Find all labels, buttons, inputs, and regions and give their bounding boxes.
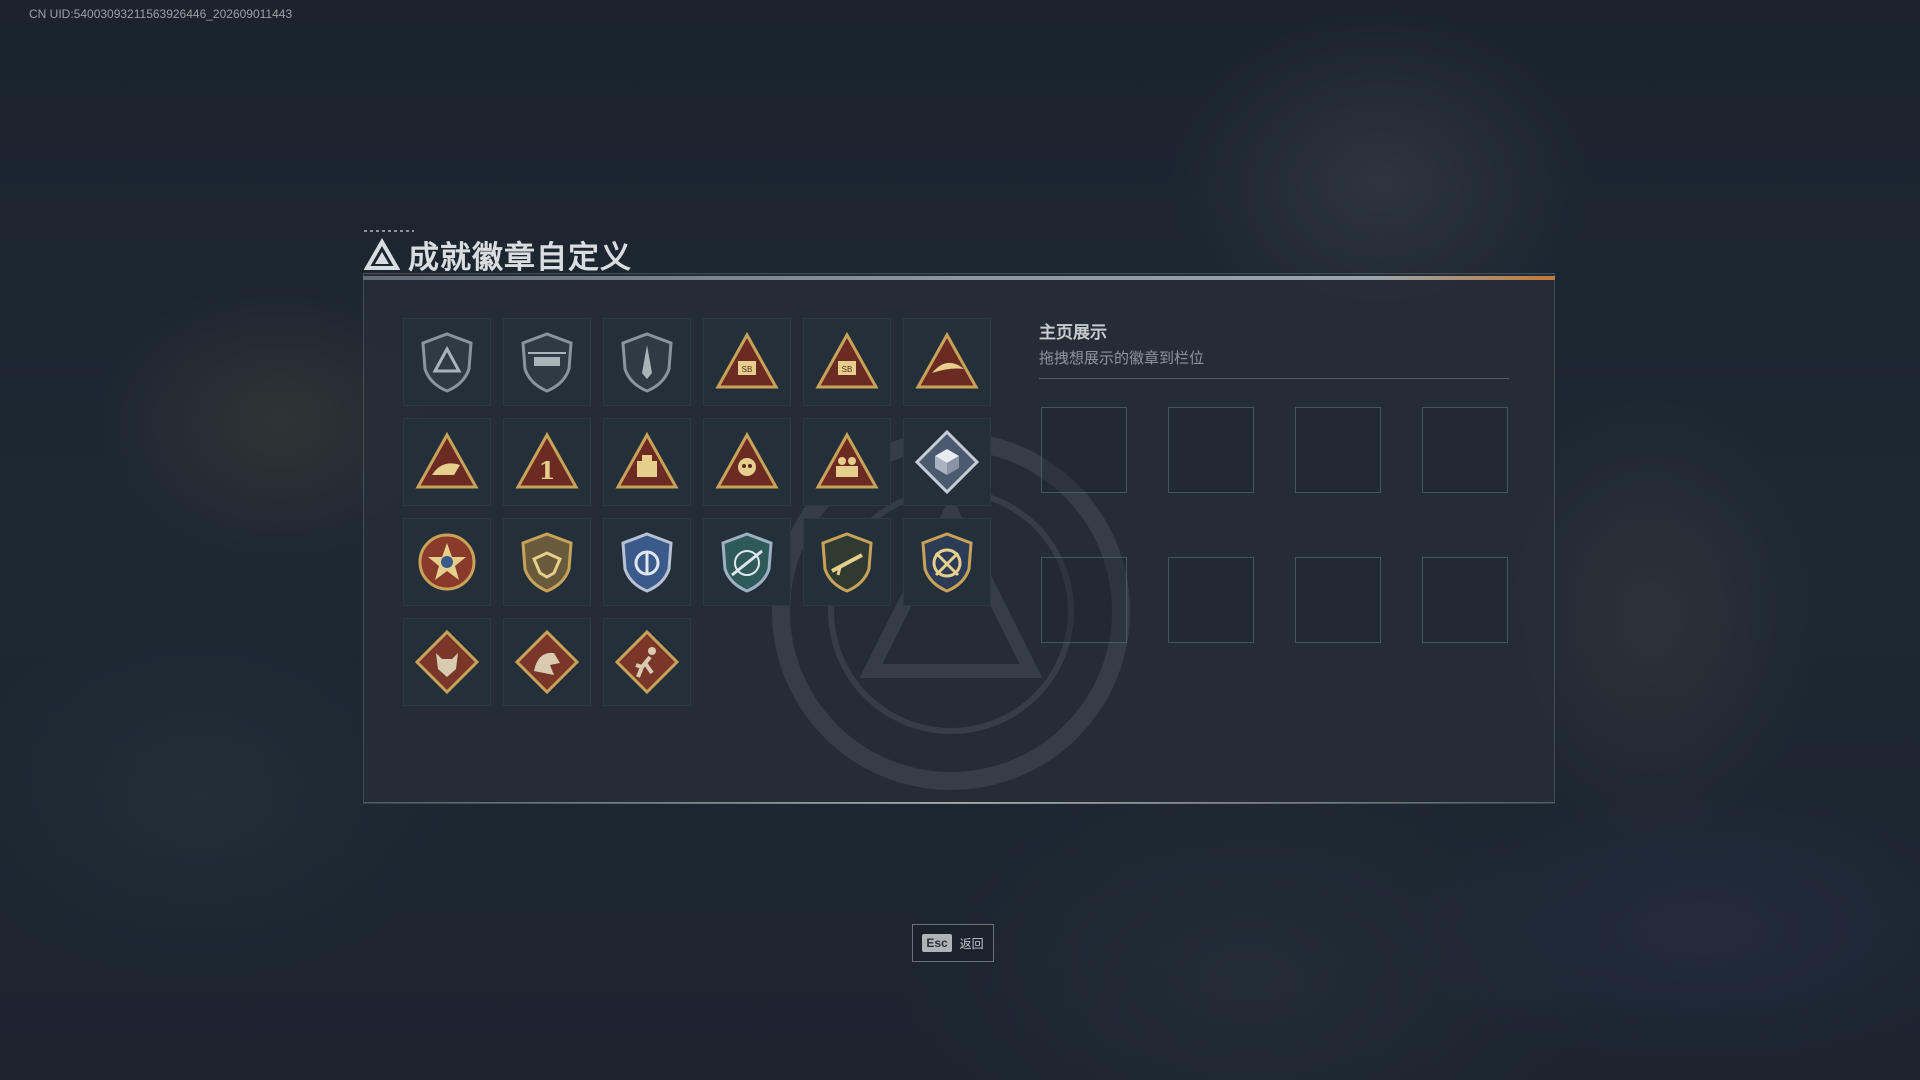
eagle-shield-icon — [521, 532, 573, 593]
badge-slot[interactable] — [903, 518, 991, 606]
svg-text:SB: SB — [842, 365, 853, 374]
badge-slot[interactable] — [803, 518, 891, 606]
badge-grid: SB SB 1 — [403, 318, 991, 706]
showcase-drop-slot[interactable] — [1168, 557, 1254, 643]
svg-text:1: 1 — [539, 456, 556, 485]
triangle-shield-icon — [421, 332, 473, 393]
page-title: 成就徽章自定义 — [408, 240, 632, 276]
bird-triangle-icon — [915, 331, 979, 389]
showcase-drop-slot[interactable] — [1168, 407, 1254, 493]
police-badge-icon — [621, 532, 673, 593]
showcase-drop-slot[interactable] — [1422, 557, 1508, 643]
showcase-drop-slot[interactable] — [1041, 407, 1127, 493]
soldiers-triangle-icon — [815, 431, 879, 489]
showcase-divider — [1039, 378, 1509, 379]
dragon-diamond-icon — [514, 629, 580, 695]
svg-text:SB: SB — [742, 365, 753, 374]
page-header: 成就徽章自定义 — [364, 232, 632, 277]
badge-slot[interactable] — [703, 418, 791, 506]
uid-label: CN UID:54003093211563926446_202609011443 — [29, 7, 293, 21]
badge-slot[interactable] — [903, 418, 991, 506]
badge-slot[interactable] — [903, 318, 991, 406]
badge-slot[interactable] — [603, 318, 691, 406]
esc-key-icon: Esc — [922, 934, 952, 952]
badge-slot[interactable] — [803, 418, 891, 506]
cube-diamond-icon — [914, 429, 980, 495]
showcase-drop-slot[interactable] — [1422, 407, 1508, 493]
crosshair-shield-icon — [721, 532, 773, 593]
sb-triangle-icon: SB — [715, 331, 779, 389]
badge-slot[interactable] — [603, 618, 691, 706]
badge-slot[interactable]: 1 — [503, 418, 591, 506]
badge-slot[interactable]: SB — [803, 318, 891, 406]
badge-slot[interactable] — [403, 318, 491, 406]
showcase-heading: 主页展示 — [1039, 323, 1107, 343]
badge-slot[interactable] — [403, 618, 491, 706]
sb-crossed-triangle-icon: SB — [815, 331, 879, 389]
showcase-drop-slot[interactable] — [1295, 557, 1381, 643]
badge-slot[interactable] — [503, 318, 591, 406]
badge-slot[interactable] — [603, 418, 691, 506]
badge-slot[interactable] — [403, 418, 491, 506]
back-label: 返回 — [959, 936, 984, 951]
badge-slot[interactable] — [403, 518, 491, 606]
badge-slot[interactable] — [703, 518, 791, 606]
badge-slot[interactable] — [503, 618, 591, 706]
panel-bottom-line — [363, 802, 1555, 804]
star-medal-icon — [418, 533, 476, 591]
delta-logo-icon — [364, 237, 400, 270]
homepage-showcase: 主页展示 拖拽想展示的徽章到栏位 — [1039, 318, 1509, 379]
badge-slot[interactable] — [603, 518, 691, 606]
sword-crest-icon — [921, 532, 973, 593]
number-one-triangle-icon: 1 — [515, 431, 579, 489]
back-button[interactable]: Esc 返回 — [912, 924, 994, 962]
rifle-shield-icon — [821, 532, 873, 593]
helicopter-shield-icon — [521, 332, 573, 393]
dagger-shield-icon — [621, 332, 673, 393]
showcase-drop-slot[interactable] — [1041, 557, 1127, 643]
badge-slot[interactable] — [503, 518, 591, 606]
panel-top-bar — [363, 276, 1555, 280]
dragon-triangle-icon — [415, 431, 479, 489]
showcase-hint: 拖拽想展示的徽章到栏位 — [1039, 349, 1205, 367]
runner-diamond-icon — [614, 629, 680, 695]
crate-triangle-icon — [615, 431, 679, 489]
badge-slot[interactable]: SB — [703, 318, 791, 406]
wolf-diamond-icon — [414, 629, 480, 695]
skull-triangle-icon — [715, 431, 779, 489]
showcase-drop-slot[interactable] — [1295, 407, 1381, 493]
